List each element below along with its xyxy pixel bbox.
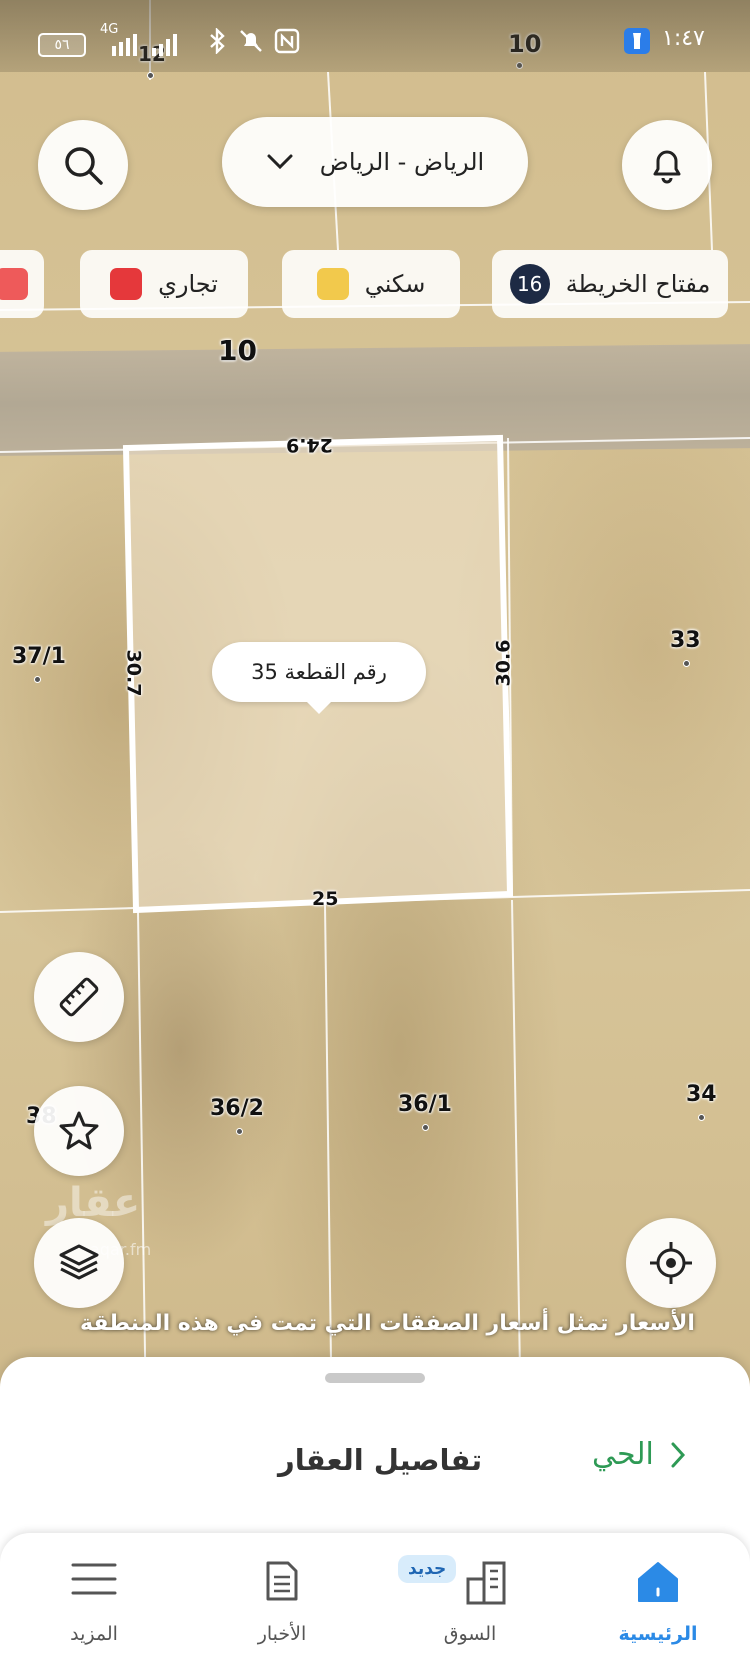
nav-more-label: المزيد bbox=[70, 1623, 118, 1645]
plot-number: 36/1 bbox=[398, 1092, 452, 1117]
nav-market[interactable]: السوق bbox=[400, 1533, 540, 1667]
sheet-title: تفاصيل العقار bbox=[278, 1443, 483, 1477]
market-new-badge: جديد bbox=[398, 1555, 457, 1583]
star-icon bbox=[59, 1111, 99, 1150]
bottom-navigation: المزيد الأخبار السوق الرئيسية bbox=[0, 1533, 750, 1667]
plot-number-tooltip-text: رقم القطعة 35 bbox=[251, 660, 387, 684]
layers-icon bbox=[59, 1244, 99, 1280]
plot-number: 36/2 bbox=[210, 1096, 264, 1121]
status-bar: ٥٦ 4G ١:٤٧ bbox=[0, 0, 750, 72]
plot-marker bbox=[236, 1128, 243, 1135]
city-selector-label: الرياض - الرياض bbox=[319, 148, 485, 176]
commercial-filter-chip[interactable]: تجاري bbox=[80, 250, 248, 318]
nav-home[interactable]: الرئيسية bbox=[588, 1533, 728, 1667]
plot-number: 34 bbox=[686, 1082, 717, 1107]
nav-news-label: الأخبار bbox=[257, 1623, 307, 1645]
nav-news[interactable]: الأخبار bbox=[212, 1533, 352, 1667]
plot-marker bbox=[683, 660, 690, 667]
filter-color-swatch bbox=[0, 268, 28, 300]
plot-dimension-right: 30.6 bbox=[492, 639, 515, 687]
plot-number: 33 bbox=[670, 628, 701, 653]
more-filter-chip[interactable] bbox=[0, 250, 44, 318]
flashlight-icon bbox=[624, 28, 650, 59]
residential-label: سكني bbox=[364, 270, 426, 298]
search-icon bbox=[65, 147, 103, 185]
map-key-label: مفتاح الخريطة bbox=[565, 270, 711, 298]
plot-marker bbox=[34, 676, 41, 683]
plot-dimension-top: 24.9 bbox=[286, 434, 333, 456]
bell-icon bbox=[653, 150, 681, 184]
building-icon bbox=[466, 1561, 506, 1605]
city-selector[interactable]: الرياض - الرياض bbox=[222, 117, 528, 207]
street-label: 10 bbox=[218, 334, 257, 367]
sheet-drag-handle[interactable] bbox=[325, 1373, 425, 1383]
favorites-button[interactable] bbox=[34, 1086, 124, 1176]
plot-marker bbox=[698, 1114, 705, 1121]
signal-icon bbox=[112, 30, 202, 61]
battery-indicator: ٥٦ bbox=[38, 30, 86, 57]
plot-number: 37/1 bbox=[12, 644, 66, 669]
search-button[interactable] bbox=[38, 120, 128, 210]
my-location-button[interactable] bbox=[626, 1218, 716, 1308]
plot-number-tooltip[interactable]: رقم القطعة 35 bbox=[212, 642, 426, 714]
aqar-watermark-logo: عقار bbox=[46, 1180, 141, 1226]
nav-market-label: السوق bbox=[443, 1623, 497, 1645]
plot-dimension-left: 30.7 bbox=[122, 649, 145, 697]
newspaper-icon bbox=[266, 1561, 298, 1601]
chevron-left-icon bbox=[671, 1442, 685, 1467]
menu-icon bbox=[71, 1563, 117, 1595]
mute-icon bbox=[238, 28, 264, 59]
map-key-count-badge: 16 bbox=[509, 264, 550, 304]
plot-dimension-bottom: 25 bbox=[312, 888, 339, 910]
commercial-color-swatch bbox=[110, 268, 143, 300]
notifications-button[interactable] bbox=[622, 120, 712, 210]
ruler-icon bbox=[59, 977, 99, 1017]
plot-marker bbox=[422, 1124, 429, 1131]
nav-more[interactable]: المزيد bbox=[24, 1533, 164, 1667]
plot-marker bbox=[147, 72, 154, 79]
residential-color-swatch bbox=[316, 268, 349, 300]
district-link-label: الحي bbox=[592, 1437, 654, 1472]
home-icon bbox=[638, 1562, 678, 1602]
map-key-chip[interactable]: 16 مفتاح الخريطة bbox=[492, 250, 728, 318]
commercial-label: تجاري bbox=[158, 270, 218, 298]
nfc-icon bbox=[274, 28, 300, 59]
layers-button[interactable] bbox=[34, 1218, 124, 1308]
district-link[interactable]: الحي bbox=[592, 1437, 686, 1472]
clock: ١:٤٧ bbox=[662, 26, 705, 51]
residential-filter-chip[interactable]: سكني bbox=[282, 250, 460, 318]
crosshair-icon bbox=[650, 1242, 692, 1284]
bluetooth-icon bbox=[208, 27, 226, 59]
chevron-down-icon bbox=[267, 154, 293, 170]
nav-home-label: الرئيسية bbox=[618, 1623, 698, 1645]
price-disclaimer: الأسعار تمثل أسعار الصفقات التي تمت في ه… bbox=[80, 1311, 695, 1336]
measure-button[interactable] bbox=[34, 952, 124, 1042]
